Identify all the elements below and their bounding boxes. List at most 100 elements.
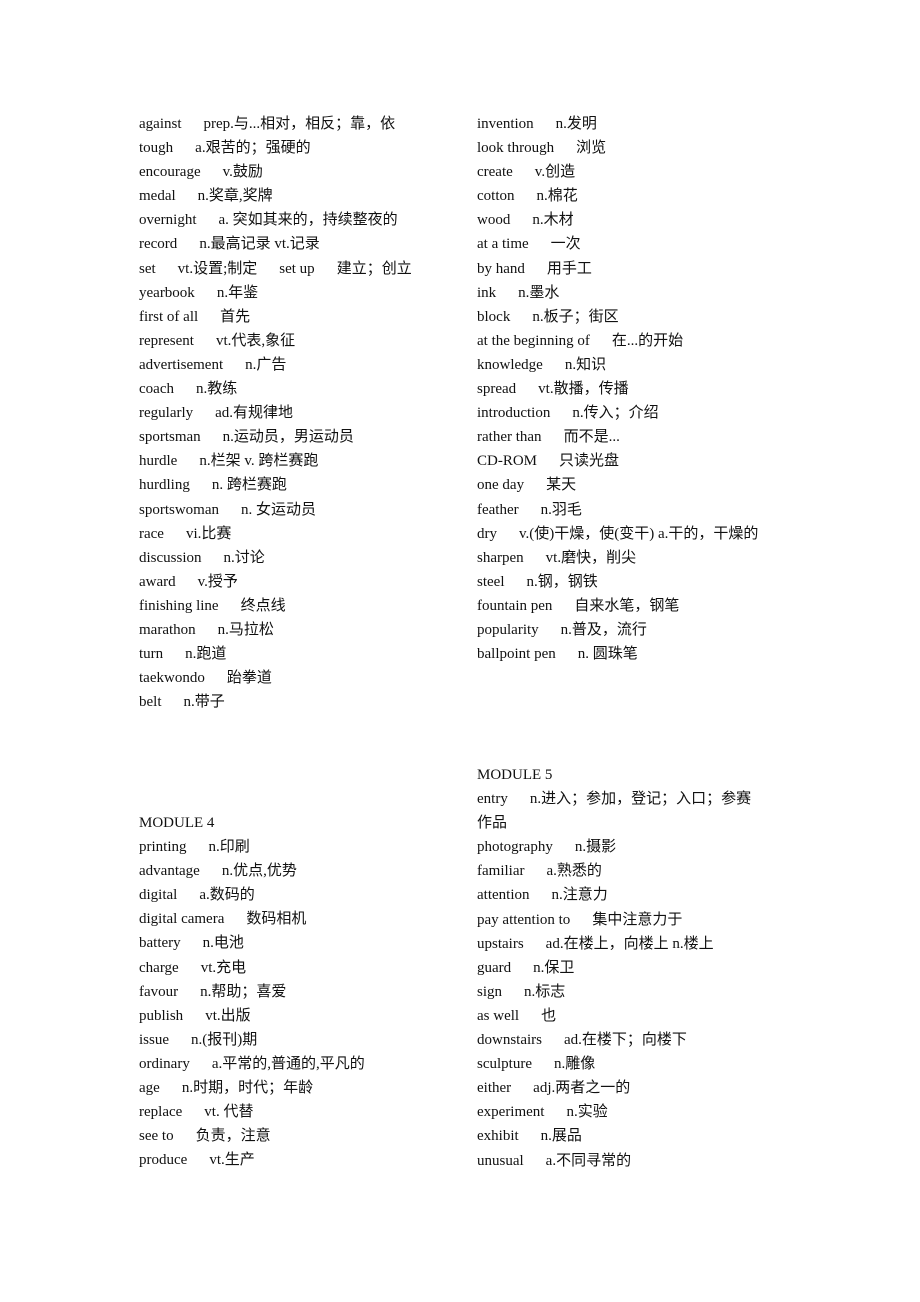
vocab-definition: n.帮助；喜爱 xyxy=(200,983,287,1000)
vocab-definition: 负责，注意 xyxy=(195,1128,271,1145)
vocab-term: pay attention to xyxy=(477,911,571,928)
vocab-term: tough xyxy=(139,140,174,157)
vocab-term: medal xyxy=(139,188,176,205)
vocab-definition: n.棉花 xyxy=(536,188,578,205)
vocab-entry: spread vt.散播，传播 xyxy=(477,377,807,401)
vocab-list-right-top: invention n.发明 look through 浏览 create v.创造 cot… xyxy=(477,112,807,666)
vocab-entry: issue n.(报刊)期 xyxy=(139,1028,469,1052)
vocab-entry: encourage v.鼓励 xyxy=(139,160,469,184)
vocab-entry: look through 浏览 xyxy=(477,136,807,160)
vocab-term: by hand xyxy=(477,260,525,277)
vocab-definition: n. 跨栏赛跑 xyxy=(211,477,287,494)
vocab-term: spread xyxy=(477,381,517,398)
vocab-term: printing xyxy=(139,839,187,856)
vocab-term: invention xyxy=(477,116,534,132)
vocab-term: at a time xyxy=(477,236,529,253)
vocab-definition: vt.出版 xyxy=(205,1007,251,1024)
vocab-entry: CD-ROM 只读光盘 xyxy=(477,449,807,473)
vocab-entry: guard n.保卫 xyxy=(477,956,807,980)
vocab-entry: overnight a. 突如其来的，持续整夜的 xyxy=(139,208,469,232)
vocab-term: knowledge xyxy=(477,356,543,373)
vocab-entry: by hand 用手工 xyxy=(477,257,807,281)
vocab-term: digital camera xyxy=(139,911,225,928)
vocab-definition: ad.在楼上，向楼上 n.楼上 xyxy=(545,935,714,952)
vocab-entry: discussion n.讨论 xyxy=(139,546,469,570)
vocab-entry: hurdle n.栏架 v. 跨栏赛跑 xyxy=(139,449,469,473)
vocab-definition: 只读光盘 xyxy=(559,453,620,470)
module-5-vocab-list: photography n.摄影 familiar a.熟悉的 attention n.注… xyxy=(477,835,807,1172)
vocab-entry: cotton n.棉花 xyxy=(477,184,807,208)
module-4-section: MODULE 4 printing n.印刷 advantage n.优点,优势 dig… xyxy=(139,811,469,1172)
vocab-entry: block n.板子；街区 xyxy=(477,305,807,329)
vocab-definition: n.保卫 xyxy=(533,959,575,976)
vocab-definition: n.进入；参加，登记；入口；参赛 xyxy=(529,791,752,808)
vocab-definition: a.平常的,普通的,平凡的 xyxy=(211,1055,365,1072)
vocab-definition: n.马拉松 xyxy=(217,621,274,638)
vocab-term: advertisement xyxy=(139,356,224,373)
vocab-term: ballpoint pen xyxy=(477,646,556,663)
vocab-term: coach xyxy=(139,381,174,398)
vocab-entry: either adj.两者之一的 xyxy=(477,1076,807,1100)
vocab-definition: 终点线 xyxy=(240,597,286,614)
vocab-term: finishing line xyxy=(139,597,219,614)
vocab-term: overnight xyxy=(139,212,197,229)
vocab-term: encourage xyxy=(139,164,201,181)
vocab-entry: entry n.进入；参加，登记；入口；参赛 xyxy=(477,787,807,811)
vocab-definition: n.印刷 xyxy=(208,839,250,856)
vocab-definition: n.最高记录 vt.记录 xyxy=(199,236,320,253)
vocab-term: one day xyxy=(477,477,525,494)
vocab-term: discussion xyxy=(139,549,202,566)
vocab-term: block xyxy=(477,308,511,325)
vocab-definition: n.实验 xyxy=(566,1104,608,1121)
vocab-entry: digital a.数码的 xyxy=(139,883,469,907)
vocab-entry: medal n.奖章,奖牌 xyxy=(139,184,469,208)
vocab-definition: n.钢，钢铁 xyxy=(526,573,598,590)
vocab-entry: attention n.注意力 xyxy=(477,883,807,907)
vocab-definition: v.创造 xyxy=(534,164,576,181)
vocab-definition: n.优点,优势 xyxy=(221,863,297,880)
vocab-entry: sportswoman n. 女运动员 xyxy=(139,498,469,522)
vocab-definition: a.不同寻常的 xyxy=(545,1152,632,1169)
vocab-entry: feather n.羽毛 xyxy=(477,498,807,522)
vocab-definition: n.发明 xyxy=(555,116,597,132)
vocab-definition: n.知识 xyxy=(564,356,607,373)
vocab-entry: sharpen vt.磨快，削尖 xyxy=(477,546,807,570)
vocab-definition: 跆拳道 xyxy=(226,670,272,687)
vocab-entry: create v.创造 xyxy=(477,160,807,184)
vocab-definition: vt.生产 xyxy=(209,1152,255,1169)
vocab-entry: exhibit n.展品 xyxy=(477,1124,807,1148)
vocab-term: set xyxy=(139,260,156,277)
vocab-term: battery xyxy=(139,935,181,952)
vocab-term: create xyxy=(477,164,513,181)
vocab-definition: 集中注意力于 xyxy=(592,911,683,928)
vocab-entry: familiar a.熟悉的 xyxy=(477,859,807,883)
vocab-definition: 首先 xyxy=(220,308,251,325)
vocab-entry: age n.时期，时代；年龄 xyxy=(139,1076,469,1100)
vocab-term: look through xyxy=(477,140,555,157)
vocab-term: sign xyxy=(477,983,503,1000)
vocab-definition: 浏览 xyxy=(576,140,607,157)
vocab-term: sharpen xyxy=(477,549,524,566)
vocab-term: charge xyxy=(139,959,179,976)
vocab-term: race xyxy=(139,525,164,542)
vocab-term: see to xyxy=(139,1128,174,1145)
vocab-definition: n.注意力 xyxy=(551,887,608,904)
vocab-term: against xyxy=(139,116,182,132)
vocab-entry: wood n.木材 xyxy=(477,208,807,232)
vocab-term: fountain pen xyxy=(477,597,553,614)
vocab-entry: regularly ad.有规律地 xyxy=(139,401,469,425)
vocab-entry: ink n.墨水 xyxy=(477,281,807,305)
vocab-entry: hurdling n. 跨栏赛跑 xyxy=(139,473,469,497)
vocab-definition: vt.代表,象征 xyxy=(215,332,296,349)
module-5-heading: MODULE 5 xyxy=(477,767,553,783)
vocab-entry: fountain pen 自来水笔，钢笔 xyxy=(477,594,807,618)
vocab-definition: vt. 代替 xyxy=(204,1104,254,1121)
vocab-term: guard xyxy=(477,959,512,976)
vocab-entry: dry v.(使)干燥，使(变干) a.干的，干燥的 xyxy=(477,522,807,546)
vocab-term: advantage xyxy=(139,863,200,880)
vocab-term: as well xyxy=(477,1007,520,1024)
vocab-entry: photography n.摄影 xyxy=(477,835,807,859)
vocab-term: turn xyxy=(139,646,164,663)
vocab-definition: 自来水笔，钢笔 xyxy=(574,597,680,614)
vocab-entry: sportsman n.运动员，男运动员 xyxy=(139,425,469,449)
